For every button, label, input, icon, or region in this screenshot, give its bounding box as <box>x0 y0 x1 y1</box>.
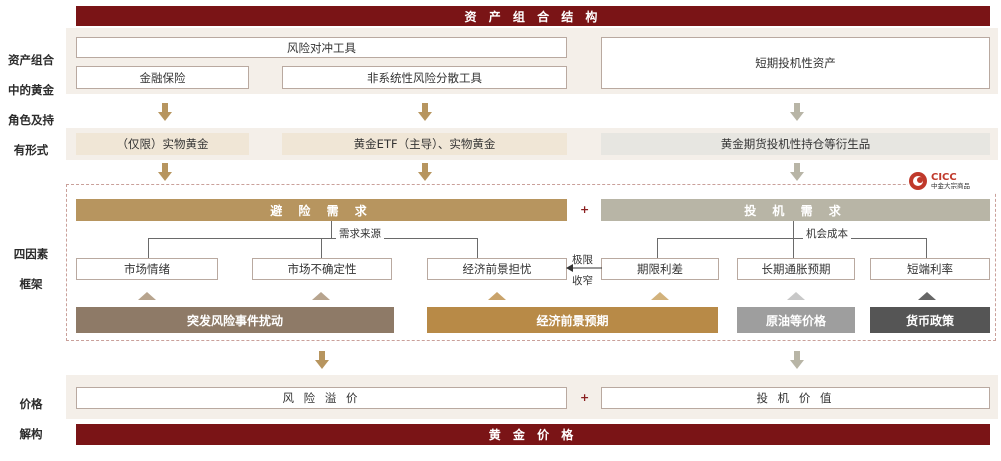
gold-etf-physical: 黄金ETF（主导）、实物黄金 <box>282 133 567 155</box>
hedge-demand-bar: 避 险 需 求 <box>76 199 567 221</box>
up-triangle-icon <box>138 292 156 300</box>
demand-source-label: 需求来源 <box>336 226 384 241</box>
label-framework-1: 四因素 <box>13 247 49 261</box>
factor-short-rate: 短端利率 <box>870 258 990 280</box>
connector-line <box>148 238 149 258</box>
factor-market-uncertainty: 市场不确定性 <box>252 258 392 280</box>
financial-insurance-box: 金融保险 <box>76 66 249 89</box>
speculative-demand-bar: 投 机 需 求 <box>601 199 990 221</box>
physical-gold-limited: （仅限）实物黄金 <box>76 133 249 155</box>
connector-line <box>477 238 478 258</box>
opportunity-cost-label: 机会成本 <box>803 226 851 241</box>
down-arrow-icon <box>790 351 804 369</box>
factor-economic-worry: 经济前景担忧 <box>427 258 567 280</box>
nonsystemic-risk-box: 非系统性风险分散工具 <box>282 66 567 89</box>
label-role-1: 资产组合 <box>8 53 54 67</box>
plus-sign: + <box>580 203 590 216</box>
speculative-value-box: 投 机 价 值 <box>601 387 990 409</box>
speculative-asset-box: 短期投机性资产 <box>601 37 990 89</box>
factor-market-sentiment: 市场情绪 <box>76 258 218 280</box>
down-arrow-icon <box>418 163 432 181</box>
plus-sign: + <box>580 391 590 404</box>
cicc-logo-icon <box>909 172 927 190</box>
factor-term-spread: 期限利差 <box>601 258 719 280</box>
up-triangle-icon <box>651 292 669 300</box>
gold-price-bar: 黄 金 价 格 <box>76 424 990 445</box>
up-triangle-icon <box>312 292 330 300</box>
cicc-logo: CICC 中金大宗商品 <box>908 170 996 192</box>
down-arrow-icon <box>790 163 804 181</box>
connector-line <box>657 238 658 258</box>
driver-oil-price: 原油等价格 <box>737 307 855 333</box>
label-role-2: 中的黄金 <box>8 83 54 97</box>
driver-sudden-risk: 突发风险事件扰动 <box>76 307 394 333</box>
up-triangle-icon <box>787 292 805 300</box>
connector-line <box>321 238 322 258</box>
connector-line <box>926 238 927 258</box>
label-price-2: 解构 <box>19 427 43 441</box>
cicc-sub: 中金大宗商品 <box>931 181 970 190</box>
connector-line <box>657 238 927 239</box>
down-arrow-icon <box>418 103 432 121</box>
driver-monetary-policy: 货币政策 <box>870 307 990 333</box>
driver-economic-outlook: 经济前景预期 <box>427 307 718 333</box>
label-role-3: 角色及持 <box>8 113 54 127</box>
hedge-tool-box: 风险对冲工具 <box>76 37 567 58</box>
left-arrow-icon <box>566 264 602 272</box>
label-price-1: 价格 <box>19 397 43 411</box>
gold-futures-derivatives: 黄金期货投机性持仓等衍生品 <box>601 133 990 155</box>
connector-line <box>793 238 794 258</box>
label-framework-2: 框架 <box>19 277 43 291</box>
connector-line <box>148 238 478 239</box>
down-arrow-icon <box>790 103 804 121</box>
label-role-4: 有形式 <box>13 143 49 157</box>
connector-line <box>793 221 794 239</box>
narrowing-label: 收窄 <box>572 275 593 287</box>
connector-line <box>331 221 332 239</box>
factor-inflation-expectation: 长期通胀预期 <box>737 258 855 280</box>
down-arrow-icon <box>158 163 172 181</box>
portfolio-structure-header: 资 产 组 合 结 构 <box>76 6 990 26</box>
risk-premium-box: 风 险 溢 价 <box>76 387 567 409</box>
down-arrow-icon <box>315 351 329 369</box>
down-arrow-icon <box>158 103 172 121</box>
up-triangle-icon <box>918 292 936 300</box>
up-triangle-icon <box>488 292 506 300</box>
